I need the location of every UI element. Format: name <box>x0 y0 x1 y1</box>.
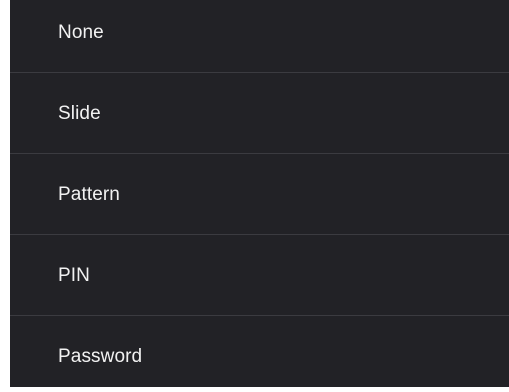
screen-lock-options-list: None Slide Pattern PIN Password <box>10 0 509 387</box>
option-password[interactable]: Password <box>10 316 509 387</box>
option-label: None <box>58 21 104 43</box>
option-label: Password <box>58 345 143 367</box>
option-label: Slide <box>58 102 101 124</box>
option-label: PIN <box>58 264 90 286</box>
option-slide[interactable]: Slide <box>10 73 509 154</box>
option-pattern[interactable]: Pattern <box>10 154 509 235</box>
option-label: Pattern <box>58 183 120 205</box>
option-pin[interactable]: PIN <box>10 235 509 316</box>
option-none[interactable]: None <box>10 0 509 73</box>
